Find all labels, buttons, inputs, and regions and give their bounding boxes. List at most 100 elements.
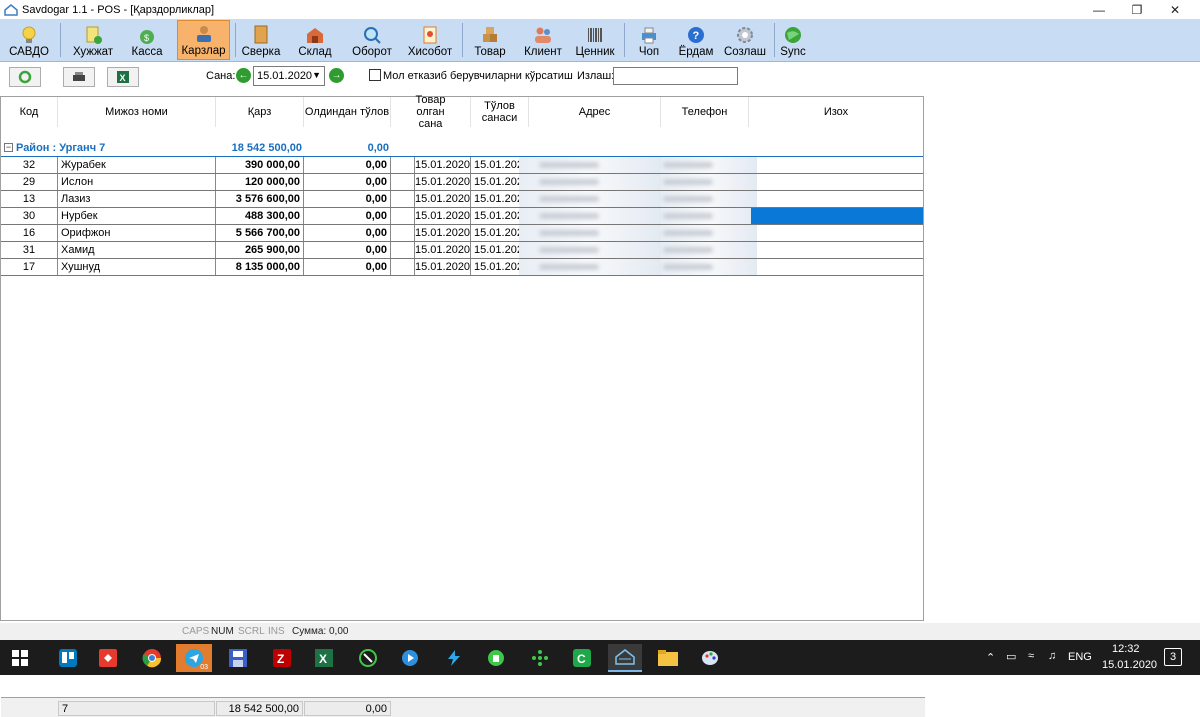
chevron-down-icon[interactable]: ▼ bbox=[312, 70, 321, 80]
collapse-icon[interactable]: − bbox=[4, 143, 13, 152]
ribbon-chop-button[interactable]: Чоп bbox=[630, 20, 668, 60]
cell-client-name: Орифжон bbox=[58, 225, 216, 241]
ribbon-savdo-button[interactable]: САВДО bbox=[6, 20, 52, 60]
col-code[interactable]: Код bbox=[1, 97, 58, 127]
group-label: Район : Урганч 7 bbox=[16, 142, 106, 154]
table-row[interactable]: 32 Журабек 390 000,00 0,00 15.01.2020 15.01.2… bbox=[1, 157, 923, 174]
ribbon-hisobot-button[interactable]: Хисобот bbox=[404, 20, 456, 60]
cell-debt: 120 000,00 bbox=[216, 174, 304, 190]
ribbon-sverka-button[interactable]: Сверка bbox=[238, 20, 284, 60]
ribbon-yordam-button[interactable]: ? Ёрдам bbox=[676, 20, 716, 60]
taskbar-camtasia[interactable]: C bbox=[568, 644, 596, 672]
svg-text:$: $ bbox=[144, 33, 149, 43]
ribbon-kassa-button[interactable]: $ Касса bbox=[124, 20, 170, 60]
ribbon-label: Ёрдам bbox=[678, 46, 714, 58]
table-row[interactable]: 13 Лазиз 3 576 600,00 0,00 15.01.2020 15.01.2… bbox=[1, 191, 923, 208]
table-row[interactable]: 29 Ислон 120 000,00 0,00 15.01.2020 15.01.202… bbox=[1, 174, 923, 191]
group-debt-total: 18 542 500,00 bbox=[231, 142, 302, 154]
tray-chevron-up-icon[interactable]: ⌃ bbox=[986, 651, 995, 664]
export-excel-button[interactable]: X bbox=[107, 67, 139, 87]
notification-center-button[interactable]: 3 bbox=[1164, 648, 1182, 666]
prev-date-button[interactable]: ← bbox=[236, 68, 251, 83]
taskbar-paint[interactable] bbox=[696, 644, 724, 672]
cell-address-redacted bbox=[519, 191, 661, 207]
taskbar-lightning-app[interactable] bbox=[440, 644, 468, 672]
folder-icon bbox=[658, 650, 678, 666]
ribbon-oborot-button[interactable]: Оборот bbox=[346, 20, 398, 60]
table-row[interactable]: 16 Орифжон 5 566 700,00 0,00 15.01.2020 15.01… bbox=[1, 225, 923, 242]
ribbon-klient-button[interactable]: Клиент bbox=[520, 20, 566, 60]
search-input[interactable] bbox=[613, 67, 738, 85]
col-pay-date[interactable]: Тўлов санаси bbox=[471, 97, 529, 127]
taskbar-save-app[interactable] bbox=[224, 644, 252, 672]
close-button[interactable]: ✕ bbox=[1158, 0, 1192, 19]
cell-prepaid: 0,00 bbox=[304, 157, 391, 173]
col-phone[interactable]: Телефон bbox=[661, 97, 749, 127]
taskbar-app-green-circle[interactable] bbox=[354, 644, 382, 672]
cell-debt: 8 135 000,00 bbox=[216, 259, 304, 275]
col-note[interactable]: Изох bbox=[749, 97, 923, 127]
start-button[interactable] bbox=[6, 644, 34, 672]
show-suppliers-checkbox[interactable] bbox=[369, 69, 381, 81]
ribbon-tovar-button[interactable]: Товар bbox=[468, 20, 512, 60]
clock-time[interactable]: 12:32 bbox=[1112, 643, 1140, 655]
table-row[interactable]: 30 Нурбек 488 300,00 0,00 15.01.2020 15.01.20… bbox=[1, 208, 923, 225]
cell-debt: 5 566 700,00 bbox=[216, 225, 304, 241]
palette-icon bbox=[702, 651, 718, 665]
ribbon-hujjat-button[interactable]: Хужжат bbox=[66, 20, 120, 60]
clock-date[interactable]: 15.01.2020 bbox=[1102, 659, 1157, 671]
report-icon bbox=[420, 25, 440, 45]
battery-icon[interactable]: ▭ bbox=[1006, 650, 1016, 663]
taskbar-excel[interactable]: X bbox=[310, 644, 338, 672]
wifi-icon[interactable]: ≈ bbox=[1028, 650, 1034, 662]
taskbar-anydesk[interactable] bbox=[94, 644, 122, 672]
col-debt[interactable]: Қарз bbox=[216, 97, 304, 127]
minimize-button[interactable]: — bbox=[1082, 0, 1116, 19]
col-bought-date[interactable]: Товар олган сана bbox=[391, 94, 471, 130]
col-address[interactable]: Адрес bbox=[529, 97, 661, 127]
ribbon-karzlar-button[interactable]: Карзлар bbox=[177, 20, 230, 60]
volume-icon[interactable]: ♫ bbox=[1048, 650, 1056, 662]
next-date-button[interactable]: → bbox=[329, 68, 344, 83]
sum-indicator: Сумма: 0,00 bbox=[292, 626, 349, 637]
ribbon-label: Созлаш bbox=[723, 46, 767, 58]
refresh-button[interactable] bbox=[9, 67, 41, 87]
main-ribbon: САВДО Хужжат $ Касса Карзлар Сверка Скла… bbox=[0, 19, 1200, 62]
cell-debt: 265 900,00 bbox=[216, 242, 304, 258]
table-row[interactable]: 17 Хушнуд 8 135 000,00 0,00 15.01.2020 15.01.… bbox=[1, 259, 923, 276]
taskbar-file-explorer[interactable] bbox=[654, 644, 682, 672]
taskbar-android-studio[interactable] bbox=[482, 644, 510, 672]
ribbon-tsennik-button[interactable]: Ценник bbox=[572, 20, 618, 60]
taskbar-media-player[interactable] bbox=[396, 644, 424, 672]
taskbar-telegram[interactable]: 03 bbox=[176, 644, 212, 672]
cell-bought-date: 15.01.2020 bbox=[415, 242, 471, 258]
taskbar-chrome[interactable] bbox=[138, 644, 166, 672]
cell-address-redacted bbox=[519, 242, 661, 258]
selected-note-cell[interactable] bbox=[751, 208, 923, 224]
taskbar-trello[interactable] bbox=[54, 644, 82, 672]
lightning-icon bbox=[448, 650, 460, 666]
ribbon-label: Карзлар bbox=[181, 45, 226, 57]
ribbon-sync-button[interactable]: Sync bbox=[778, 20, 808, 60]
warehouse-icon bbox=[305, 25, 325, 45]
cell-bought-date: 15.01.2020 bbox=[415, 225, 471, 241]
debtors-grid: Код Мижоз номи Қарз Олдиндан тўлов Товар… bbox=[0, 94, 925, 717]
restore-button[interactable]: ❐ bbox=[1120, 0, 1154, 19]
ribbon-sklad-button[interactable]: Склад bbox=[292, 20, 338, 60]
table-row[interactable]: 31 Хамид 265 900,00 0,00 15.01.2020 15.01.202… bbox=[1, 242, 923, 259]
cell-code: 30 bbox=[1, 208, 58, 224]
taskbar-savdogar[interactable] bbox=[608, 644, 642, 672]
print-button[interactable] bbox=[63, 67, 95, 87]
language-indicator[interactable]: ENG bbox=[1068, 651, 1092, 663]
ribbon-sozlash-button[interactable]: Созлаш bbox=[722, 20, 768, 60]
magnifier-chart-icon bbox=[362, 25, 382, 45]
excel-icon: X bbox=[117, 71, 129, 83]
caps-indicator: CAPS bbox=[182, 626, 210, 637]
pen-circle-icon bbox=[359, 649, 377, 667]
taskbar-dots-app[interactable] bbox=[526, 644, 554, 672]
col-prepaid[interactable]: Олдиндан тўлов bbox=[304, 97, 391, 127]
taskbar-filezilla[interactable]: Z bbox=[268, 644, 296, 672]
group-row[interactable]: − Район : Урганч 7 18 542 500,00 0,00 bbox=[1, 141, 923, 156]
col-client-name[interactable]: Мижоз номи bbox=[58, 97, 216, 127]
date-picker[interactable]: 15.01.2020 ▼ bbox=[253, 66, 325, 86]
